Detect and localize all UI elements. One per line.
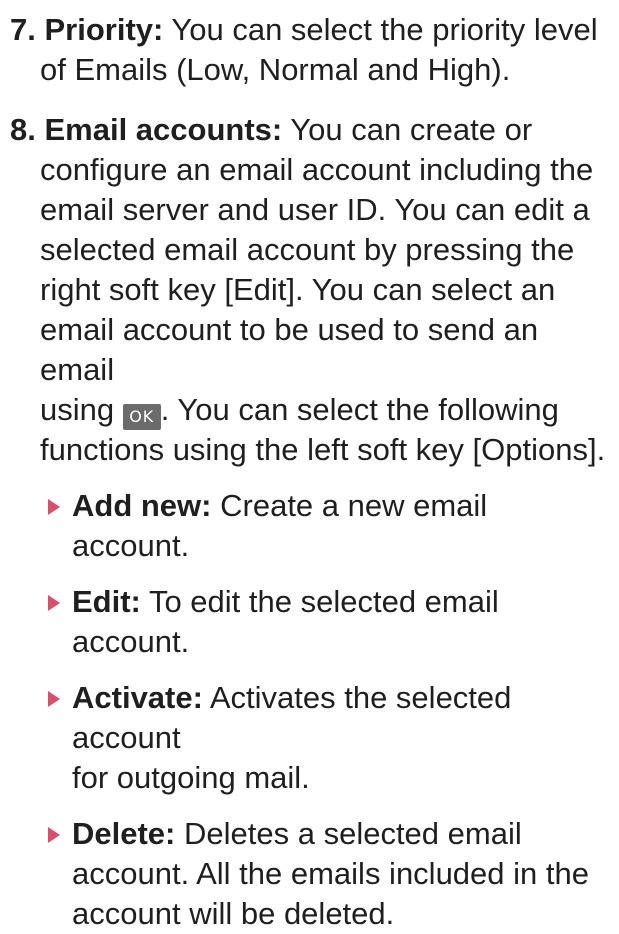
sub-item-text-cont: for outgoing mail. (72, 760, 310, 795)
item-continuation-line: email server and user ID. You can edit a (40, 192, 590, 227)
item-number: 8. (10, 112, 36, 147)
ok-key-icon: OK (122, 404, 161, 430)
item-continuation-line: selected email account by pressing the (40, 232, 575, 267)
item-first-line: 7. Priority: You can select the priority… (10, 10, 611, 50)
item-number: 7. (10, 12, 36, 47)
item-continuation-line: functions using the left soft key [Optio… (40, 432, 606, 467)
sub-item-term: Delete: (72, 816, 176, 851)
item-text: You can create or (290, 112, 533, 147)
manual-page: 7. Priority: You can select the priority… (0, 0, 619, 931)
item-continuation-line: email account to be used to send an emai… (40, 312, 539, 387)
item-text: You can select the priority level (171, 12, 598, 47)
options-list: Add new: Create a new email account. Edi… (10, 486, 611, 934)
sub-item-text-cont: account. All the emails included in the (72, 856, 589, 891)
triangle-bullet-icon (48, 595, 60, 611)
using-text: using (40, 392, 115, 427)
sub-item-term: Edit: (72, 584, 141, 619)
list-item-email-accounts: 8. Email accounts: You can create or con… (10, 110, 611, 470)
triangle-bullet-icon (48, 499, 60, 515)
item-continuation-line: right soft key [Edit]. You can select an (40, 272, 556, 307)
sub-item-delete: Delete: Deletes a selected email account… (46, 814, 611, 934)
item-continuation-line: configure an email account including the (40, 152, 594, 187)
item-continuation-line: using OK. You can select the following (10, 390, 611, 430)
sub-item-text-cont: account will be deleted. (72, 896, 395, 931)
item-term: Email accounts: (44, 112, 283, 147)
triangle-bullet-icon (48, 827, 60, 843)
sub-item-term: Add new: (72, 488, 212, 523)
triangle-bullet-icon (48, 691, 60, 707)
sub-item-term: Activate: (72, 680, 203, 715)
sub-item-text: Deletes a selected email (184, 816, 522, 851)
item-first-line: 8. Email accounts: You can create or (10, 110, 611, 150)
list-item-priority: 7. Priority: You can select the priority… (10, 10, 611, 90)
following-text: . You can select the following (160, 392, 559, 427)
sub-item-add-new: Add new: Create a new email account. (46, 486, 611, 566)
item-term: Priority: (44, 12, 164, 47)
sub-item-edit: Edit: To edit the selected email account… (46, 582, 611, 662)
sub-item-activate: Activate: Activates the selected account… (46, 678, 611, 798)
item-continuation: of Emails (Low, Normal and High). (40, 52, 511, 87)
